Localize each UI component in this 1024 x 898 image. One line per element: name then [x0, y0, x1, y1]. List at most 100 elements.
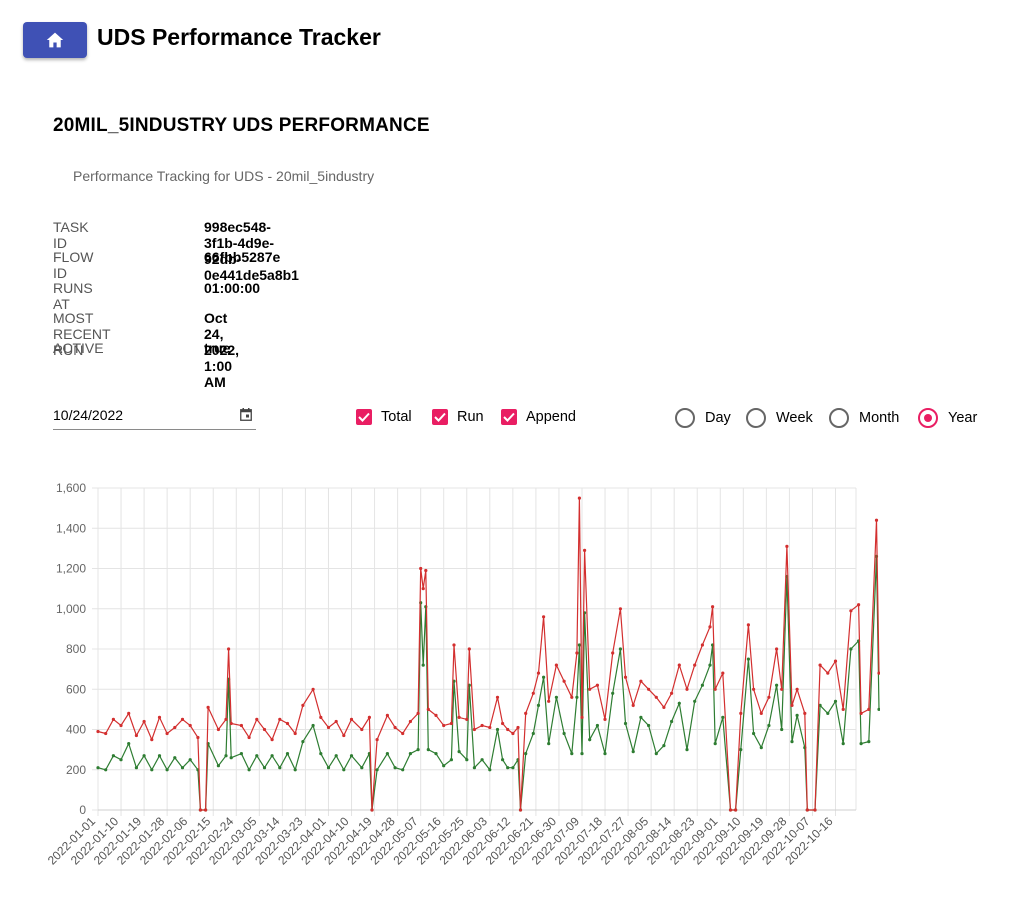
- home-button[interactable]: [23, 22, 87, 58]
- series-point: [319, 715, 323, 720]
- series-point: [180, 717, 185, 722]
- series-point: [611, 691, 615, 695]
- series-point: [734, 808, 738, 812]
- y-tick-label: 200: [66, 763, 86, 777]
- checkbox-checked-icon[interactable]: [432, 409, 448, 425]
- series-point: [577, 496, 582, 500]
- series-point: [562, 679, 566, 683]
- series-point: [708, 663, 712, 667]
- date-input-value[interactable]: 10/24/2022: [53, 407, 123, 423]
- series-point: [270, 754, 274, 758]
- radio-week[interactable]: Week: [746, 408, 813, 428]
- radio-year[interactable]: Year: [918, 408, 977, 428]
- radio-unselected-icon[interactable]: [675, 408, 695, 428]
- radio-selected-icon[interactable]: [918, 408, 938, 428]
- date-input[interactable]: 10/24/2022: [53, 406, 256, 430]
- series-point: [488, 725, 492, 730]
- series-point: [618, 647, 623, 651]
- series-point: [813, 808, 817, 812]
- series-point: [311, 723, 315, 728]
- series-point: [293, 768, 297, 772]
- series-point: [375, 768, 379, 772]
- series-point: [278, 766, 282, 770]
- radio-day[interactable]: Day: [675, 408, 731, 428]
- series-point: [818, 663, 822, 667]
- series-point: [104, 768, 108, 772]
- series-point: [142, 754, 146, 758]
- series-point: [239, 723, 243, 728]
- series-point: [262, 727, 267, 732]
- series-point: [416, 748, 420, 752]
- series-point: [874, 518, 879, 522]
- series-point: [542, 615, 546, 619]
- y-tick-label: 400: [66, 723, 86, 737]
- series-point: [795, 687, 799, 691]
- series-point: [752, 687, 756, 691]
- series-point: [270, 738, 274, 742]
- series-point: [790, 703, 794, 708]
- series-point: [424, 568, 428, 573]
- performance-chart: 02004006008001,0001,2001,4001,6002022-01…: [45, 481, 880, 868]
- calendar-icon[interactable]: [240, 408, 252, 421]
- radio-label: Year: [948, 410, 978, 426]
- series-point: [224, 754, 228, 758]
- series-point: [157, 715, 162, 720]
- series-point: [370, 808, 374, 812]
- checkbox-append[interactable]: Append: [501, 409, 576, 425]
- series-point: [623, 675, 628, 679]
- radio-unselected-icon[interactable]: [829, 408, 849, 428]
- series-point: [631, 750, 635, 754]
- series-point: [721, 715, 725, 720]
- series-point: [693, 663, 697, 667]
- series-point: [301, 703, 305, 708]
- series-point: [506, 727, 510, 732]
- series-point: [654, 752, 658, 756]
- series-point: [501, 721, 505, 726]
- series-point: [408, 719, 412, 724]
- series-point: [662, 744, 666, 748]
- series-point: [542, 675, 546, 679]
- series-point: [775, 683, 779, 687]
- series-point: [857, 603, 861, 607]
- checkbox-label: Total: [381, 409, 412, 425]
- series-point: [795, 713, 799, 718]
- series-point: [547, 699, 551, 703]
- checkbox-total[interactable]: Total: [356, 409, 412, 425]
- series-point: [547, 742, 551, 746]
- series-point: [554, 663, 559, 667]
- series-point: [803, 711, 807, 716]
- checkbox-run[interactable]: Run: [432, 409, 484, 425]
- series-point: [457, 750, 461, 754]
- radio-unselected-icon[interactable]: [746, 408, 766, 428]
- series-point: [111, 754, 115, 758]
- series-point: [334, 754, 338, 758]
- radio-month[interactable]: Month: [829, 408, 899, 428]
- series-point: [867, 740, 871, 744]
- series-point: [393, 725, 397, 730]
- series-point: [165, 768, 169, 772]
- series-point: [618, 607, 623, 611]
- series-point: [516, 725, 520, 730]
- app-title: UDS Performance Tracker: [97, 24, 381, 50]
- series-point: [96, 729, 100, 734]
- series-point: [639, 679, 643, 683]
- series-point: [472, 727, 476, 732]
- series-point: [173, 756, 177, 760]
- series-point: [457, 715, 461, 720]
- series-point: [495, 727, 500, 732]
- y-tick-label: 1,600: [56, 481, 86, 495]
- series-point: [728, 808, 733, 812]
- series-point: [206, 705, 210, 710]
- checkbox-checked-icon[interactable]: [356, 409, 372, 425]
- radio-label: Week: [776, 410, 813, 426]
- page-title: 20MIL_5INDUSTRY UDS PERFORMANCE: [53, 115, 430, 136]
- series-point: [826, 671, 830, 675]
- series-point: [285, 752, 290, 756]
- checkbox-checked-icon[interactable]: [501, 409, 517, 425]
- series-point: [785, 544, 789, 549]
- series-point: [877, 707, 880, 711]
- series-point: [700, 643, 705, 647]
- series-point: [247, 735, 251, 740]
- series-point: [442, 723, 446, 728]
- series-point: [577, 643, 582, 647]
